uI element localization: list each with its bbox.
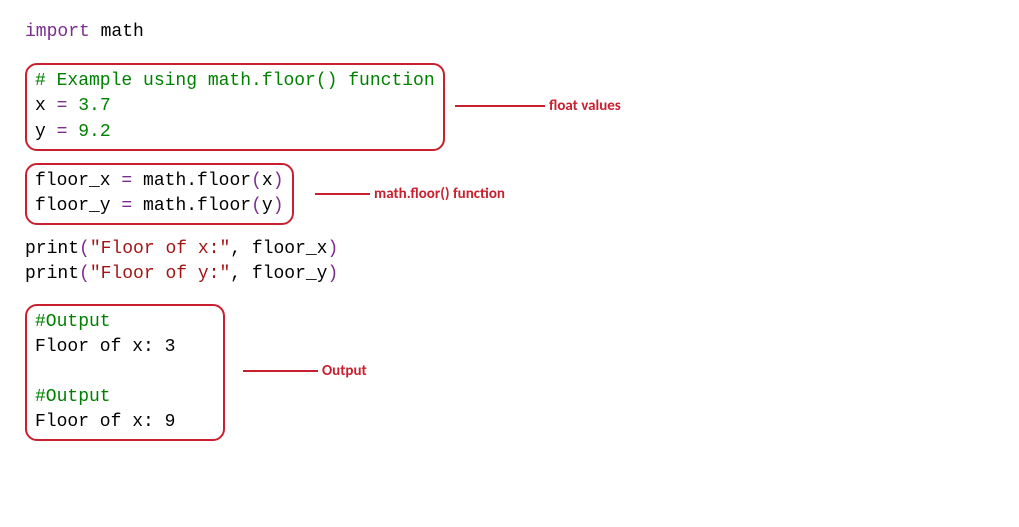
floor-y-line: floor_y = math.floor(y) [35, 194, 284, 219]
output-annotation: Output [322, 361, 367, 382]
assign-y-line: y = 9.2 [35, 120, 435, 145]
comment-line: # Example using math.floor() function [35, 69, 435, 94]
assign-x-line: x = 3.7 [35, 94, 435, 119]
connector-line [455, 105, 545, 107]
blank-line [35, 360, 215, 385]
print-x-line: print("Floor of x:", floor_x) [25, 237, 994, 262]
print-block: print("Floor of x:", floor_x) print("Flo… [25, 237, 994, 287]
math-floor-section: floor_x = math.floor(x) floor_y = math.f… [25, 163, 994, 225]
math-floor-box: floor_x = math.floor(x) floor_y = math.f… [25, 163, 294, 225]
output-comment-2: #Output [35, 385, 215, 410]
floor-x-line: floor_x = math.floor(x) [35, 169, 284, 194]
output-box: #Output Floor of x: 3 #Output Floor of x… [25, 304, 225, 442]
module-name: math [90, 22, 144, 42]
print-y-line: print("Floor of y:", floor_y) [25, 262, 994, 287]
output-line-2: Floor of x: 9 [35, 410, 215, 435]
import-statement: import math [25, 20, 994, 45]
import-keyword: import [25, 22, 90, 42]
float-values-annotation: float values [549, 96, 621, 117]
math-floor-annotation: math.floor() function [374, 184, 505, 205]
output-comment-1: #Output [35, 310, 215, 335]
float-values-section: # Example using math.floor() function x … [25, 63, 994, 151]
connector-line [243, 370, 318, 372]
connector-line [315, 193, 370, 195]
output-section: #Output Floor of x: 3 #Output Floor of x… [25, 304, 994, 442]
output-line-1: Floor of x: 3 [35, 335, 215, 360]
float-values-box: # Example using math.floor() function x … [25, 63, 445, 151]
